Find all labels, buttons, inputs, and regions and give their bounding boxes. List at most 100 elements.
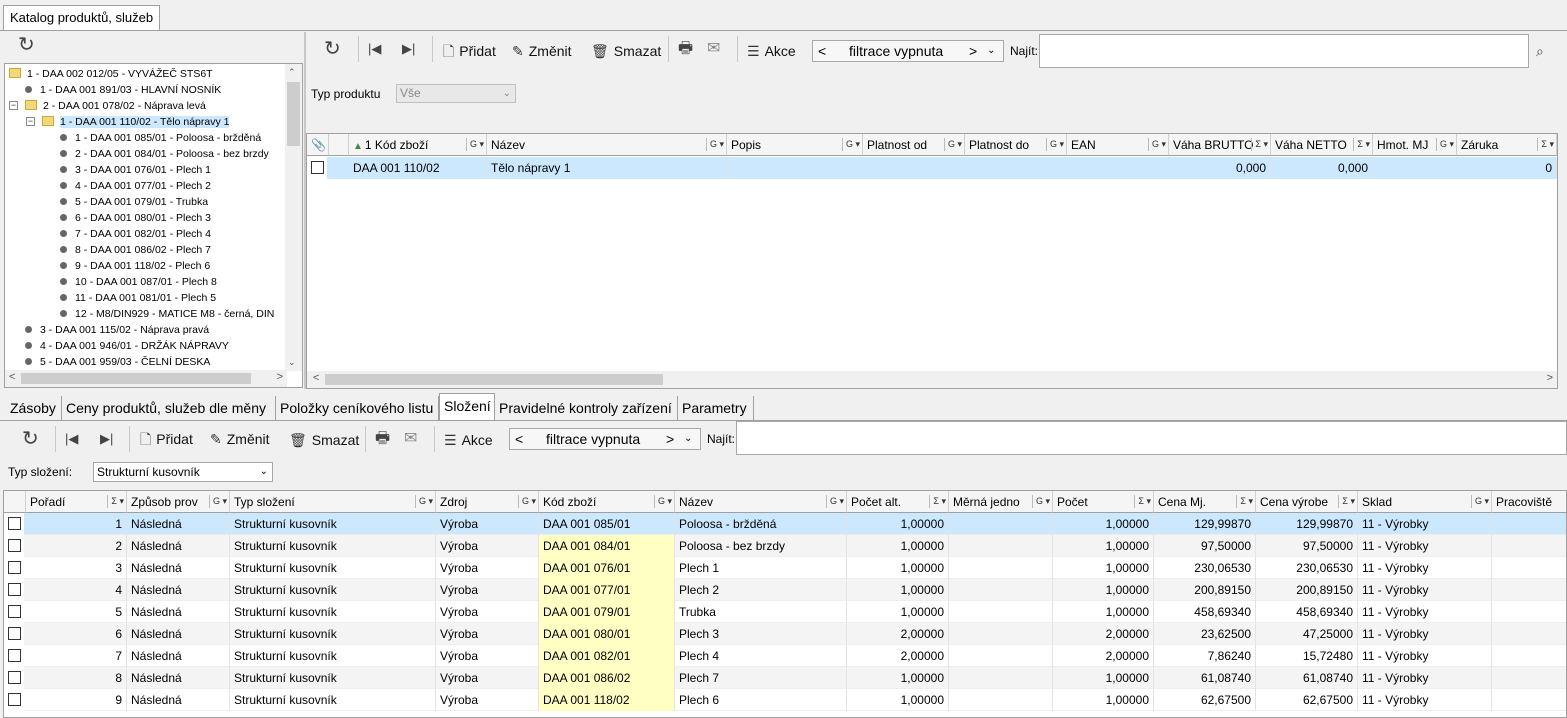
refresh-icon[interactable]: ↻ [18, 34, 35, 56]
column-header-3[interactable]: Platnost od G ▾ [863, 134, 965, 156]
column-header-5[interactable]: EAN G ▾ [1067, 134, 1169, 156]
tab-0[interactable]: Zásoby [6, 396, 62, 420]
tree-item[interactable]: 1 - DAA 002 012/05 - VYVÁŽEČ STS6T [9, 66, 213, 82]
filter-next-button[interactable]: > [666, 429, 674, 449]
edit-button[interactable]: ✎ Změnit [512, 40, 572, 62]
tree-item[interactable]: 5 - DAA 001 079/01 - Trubka [60, 194, 208, 210]
tree-item[interactable]: 2 - DAA 001 084/01 - Poloosa - bez brzdy [60, 146, 269, 162]
tree-item[interactable]: 5 - DAA 001 959/03 - ČELNÍ DESKA [25, 354, 210, 370]
tree-item[interactable]: 10 - DAA 001 087/01 - Plech 8 [60, 274, 217, 290]
first-record-icon[interactable]: |◀ [368, 38, 381, 60]
column-menu-icon[interactable]: G ▾ [1435, 138, 1454, 151]
collapse-toggle[interactable]: − [26, 117, 35, 126]
tree-vscroll[interactable]: ⌃ ⌄ [285, 64, 302, 371]
column-menu-icon[interactable]: G ▾ [841, 138, 860, 151]
row-checkbox[interactable] [311, 161, 324, 174]
tree-item[interactable]: 12 - M8/DIN929 - MATICE M8 - černá, DIN [60, 306, 274, 322]
tree-item[interactable]: − 1 - DAA 001 110/02 - Tělo nápravy 1 [26, 114, 230, 130]
print-icon[interactable]: 🖶 [375, 428, 390, 450]
tree-hscroll[interactable]: < > [5, 370, 287, 387]
search-input[interactable] [1039, 34, 1529, 68]
refresh-icon[interactable]: ↻ [22, 428, 39, 450]
column-menu-icon[interactable]: Σ ▾ [107, 495, 124, 508]
row-checkbox[interactable] [8, 539, 21, 552]
column-header-8[interactable]: Počet Σ ▾ [1053, 491, 1154, 513]
column-header-4[interactable]: Platnost do G ▾ [965, 134, 1067, 156]
delete-button[interactable]: 🗑 Smazat [591, 40, 661, 62]
tree-item[interactable]: 1 - DAA 001 085/01 - Poloosa - bržděná [60, 130, 261, 146]
search-input[interactable] [736, 421, 1567, 455]
column-header-5[interactable]: Název G ▾ [675, 491, 847, 513]
column-menu-icon[interactable]: G ▾ [825, 495, 844, 508]
row-checkbox[interactable] [8, 517, 21, 530]
refresh-icon[interactable]: ↻ [324, 38, 341, 60]
column-header-7[interactable]: Měrná jedno G ▾ [949, 491, 1053, 513]
column-menu-icon[interactable]: G ▾ [465, 138, 484, 151]
tree-item[interactable]: − 2 - DAA 001 078/02 - Náprava levá [9, 98, 206, 114]
tree-item[interactable]: 7 - DAA 001 082/01 - Plech 4 [60, 226, 211, 242]
filter-next-button[interactable]: > [969, 41, 977, 61]
column-menu-icon[interactable]: G ▾ [1045, 138, 1064, 151]
column-menu-icon[interactable]: G ▾ [1147, 138, 1166, 151]
product-grid[interactable]: 📎 ▲ 1 Kód zboží G ▾ Název G ▾ Popis G ▾ Platnos… [306, 133, 1558, 389]
column-header-9[interactable]: Záruka Σ ▾ [1457, 134, 1557, 156]
tab-3[interactable]: Složení [439, 393, 495, 420]
add-button[interactable]: 🗋 Přidat [443, 40, 496, 62]
column-header-10[interactable]: Cena výrobe Σ ▾ [1256, 491, 1358, 513]
tab-2[interactable]: Položky ceníkového listu [276, 396, 439, 420]
column-menu-icon[interactable]: G ▾ [943, 138, 962, 151]
filter-selector[interactable]: < filtrace vypnuta > ⌄ [812, 40, 1004, 62]
filter-selector[interactable]: < filtrace vypnuta > ⌄ [509, 428, 701, 450]
tab-4[interactable]: Pravidelné kontroly zařízení [495, 396, 678, 420]
column-header-2[interactable]: Popis G ▾ [727, 134, 863, 156]
last-record-icon[interactable]: ▶| [402, 38, 415, 60]
column-header-attach[interactable]: 📎 [307, 134, 329, 156]
email-icon[interactable]: ✉ [707, 38, 720, 60]
column-menu-icon[interactable]: Σ ▾ [1537, 138, 1554, 151]
column-header-12[interactable]: Pracoviště [1492, 491, 1566, 513]
column-header-0[interactable]: ▲ 1 Kód zboží G ▾ [349, 134, 487, 156]
composition-type-select[interactable]: Strukturní kusovník ⌄ [93, 462, 273, 482]
column-menu-icon[interactable]: G ▾ [1470, 495, 1489, 508]
tab-5[interactable]: Parametry [678, 396, 754, 420]
column-header-6[interactable]: Počet alt. Σ ▾ [847, 491, 949, 513]
product-grid-hscroll[interactable]: < > [307, 371, 1557, 388]
column-header-1[interactable]: Název G ▾ [487, 134, 727, 156]
edit-button[interactable]: ✎ Změnit [210, 428, 270, 450]
actions-button[interactable]: ☰ Akce [444, 429, 493, 451]
column-menu-icon[interactable]: G ▾ [705, 138, 724, 151]
column-menu-icon[interactable]: Σ ▾ [1251, 138, 1268, 151]
email-icon[interactable]: ✉ [404, 428, 417, 450]
first-record-icon[interactable]: |◀ [65, 428, 78, 450]
column-header-9[interactable]: Cena Mj. Σ ▾ [1154, 491, 1256, 513]
print-icon[interactable]: 🖶 [678, 38, 693, 60]
column-header-11[interactable]: Sklad G ▾ [1358, 491, 1492, 513]
tree-item[interactable]: 3 - DAA 001 115/02 - Náprava pravá [25, 322, 209, 338]
column-menu-icon[interactable]: G ▾ [414, 495, 433, 508]
tree-item[interactable]: 4 - DAA 001 077/01 - Plech 2 [60, 178, 211, 194]
row-checkbox[interactable] [8, 561, 21, 574]
tree-item[interactable]: 3 - DAA 001 076/01 - Plech 1 [60, 162, 211, 178]
column-header-4[interactable]: Kód zboží G ▾ [539, 491, 675, 513]
column-menu-icon[interactable]: G ▾ [1031, 495, 1050, 508]
composition-grid[interactable]: Pořadí Σ ▾ Způsob prov G ▾ Typ složení G ▾ Zdr… [3, 490, 1567, 718]
filter-prev-button[interactable]: < [818, 41, 826, 61]
tree-item[interactable]: 11 - DAA 001 081/01 - Plech 5 [60, 290, 216, 306]
actions-button[interactable]: ☰ Akce [747, 40, 796, 62]
row-checkbox[interactable] [8, 627, 21, 640]
column-header-6[interactable]: Váha BRUTTO Σ ▾ [1169, 134, 1271, 156]
row-checkbox[interactable] [8, 693, 21, 706]
delete-button[interactable]: 🗑 Smazat [289, 429, 359, 451]
column-header-0[interactable]: Pořadí Σ ▾ [26, 491, 127, 513]
column-menu-icon[interactable]: G ▾ [653, 495, 672, 508]
search-icon[interactable]: ⌕ [1536, 40, 1544, 62]
column-header-7[interactable]: Váha NETTO Σ ▾ [1271, 134, 1373, 156]
last-record-icon[interactable]: ▶| [100, 428, 113, 450]
column-header-2[interactable]: Typ složení G ▾ [230, 491, 436, 513]
column-menu-icon[interactable]: G ▾ [208, 495, 227, 508]
tree-item[interactable]: 1 - DAA 001 891/03 - HLAVNÍ NOSNÍK [25, 82, 221, 98]
row-checkbox[interactable] [8, 605, 21, 618]
tab-1[interactable]: Ceny produktů, služeb dle měny [62, 396, 276, 420]
row-checkbox[interactable] [8, 583, 21, 596]
row-checkbox[interactable] [8, 671, 21, 684]
